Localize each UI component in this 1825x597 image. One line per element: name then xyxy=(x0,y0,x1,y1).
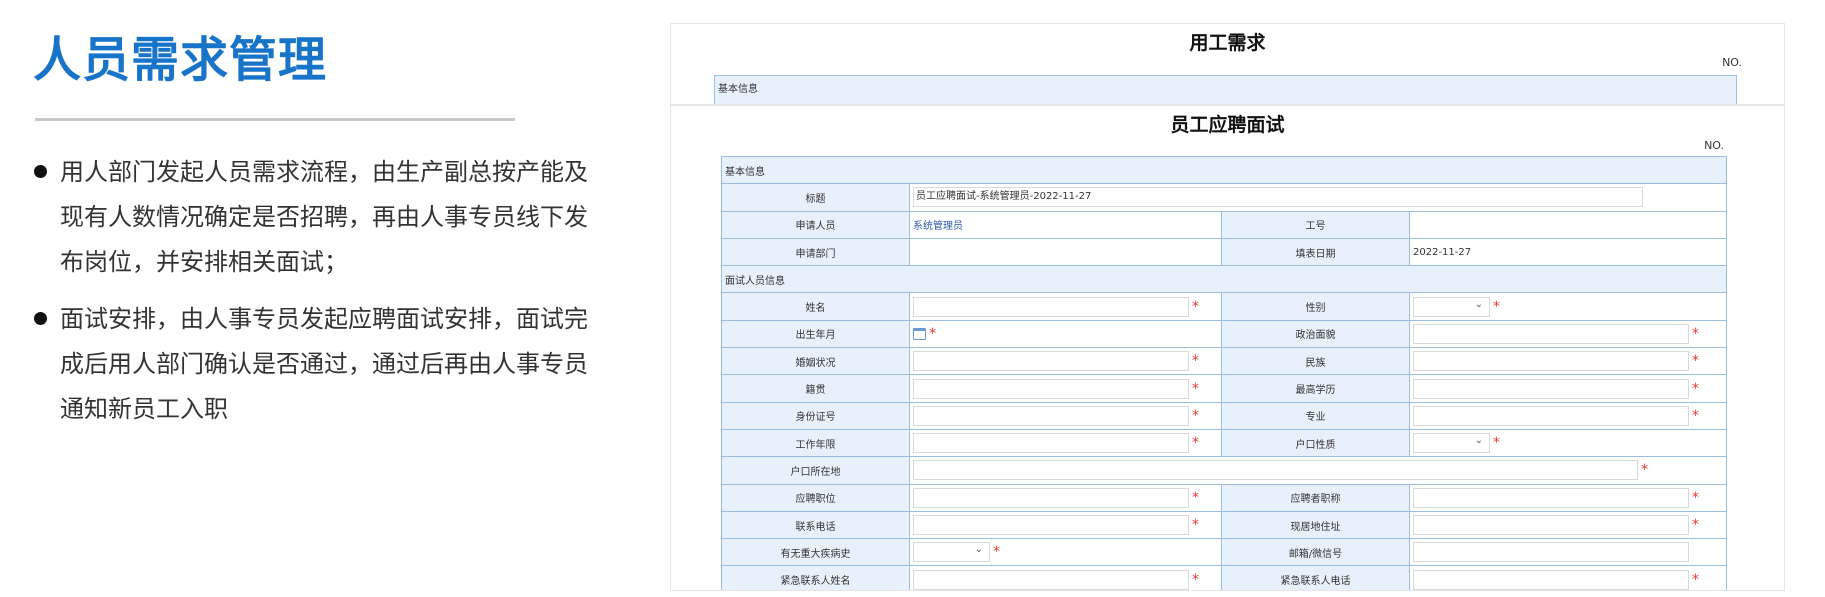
required-mark: * xyxy=(1192,298,1199,315)
required-mark: * xyxy=(1692,407,1699,424)
phone-input[interactable] xyxy=(913,515,1189,535)
ethnicity-label: 民族 xyxy=(1221,347,1410,376)
section-header-basic: 基本信息 xyxy=(714,75,1737,104)
fill-date-label: 填表日期 xyxy=(1221,237,1410,267)
education-label: 最高学历 xyxy=(1221,374,1410,403)
required-mark: * xyxy=(1692,380,1699,397)
page-title: 人员需求管理 xyxy=(33,32,328,88)
birth-label: 出生年月 xyxy=(721,319,910,349)
chevron-down-icon: ⌄ xyxy=(974,544,983,556)
education-input[interactable] xyxy=(1413,378,1689,399)
marital-input[interactable] xyxy=(913,351,1189,372)
political-label: 政治面貌 xyxy=(1221,319,1410,349)
calendar-icon[interactable] xyxy=(913,327,926,340)
required-mark: * xyxy=(1192,571,1199,588)
emergency-name-label: 紧急联系人姓名 xyxy=(721,565,910,590)
required-mark: * xyxy=(929,325,936,342)
name-input[interactable] xyxy=(913,296,1189,317)
form-number-label: NO. xyxy=(1704,139,1724,152)
position-label: 应聘职位 xyxy=(721,483,910,512)
required-mark: * xyxy=(1692,571,1699,588)
name-label: 姓名 xyxy=(721,292,910,321)
native-place-label: 籍贯 xyxy=(721,374,910,403)
form-title: 用工需求 xyxy=(1189,32,1266,54)
marital-label: 婚姻状况 xyxy=(721,347,910,376)
required-mark: * xyxy=(1192,353,1199,370)
required-mark: * xyxy=(1192,380,1199,397)
work-years-input[interactable] xyxy=(913,433,1189,454)
section-header-interviewee: 面试人员信息 xyxy=(721,265,1727,294)
subject-input[interactable]: 员工应聘面试-系统管理员-2022-11-27 xyxy=(913,187,1643,208)
hukou-place-label: 户口所在地 xyxy=(721,456,910,485)
required-mark: * xyxy=(1192,435,1199,452)
work-years-label: 工作年限 xyxy=(721,428,910,458)
id-number-label: 身份证号 xyxy=(721,401,910,430)
hukou-type-label: 户口性质 xyxy=(1221,428,1410,458)
applicant-title-input[interactable] xyxy=(1413,487,1689,508)
form-number-label: NO. xyxy=(1722,56,1742,69)
required-mark: * xyxy=(993,544,1000,561)
hukou-type-select[interactable]: ⌄ xyxy=(1413,433,1490,454)
required-mark: * xyxy=(1192,517,1199,533)
required-mark: * xyxy=(1192,407,1199,424)
bullet-text: 面试安排，由人事专员发起应聘面试安排，面试完成后用人部门确认是否通过，通过后再由… xyxy=(60,305,588,423)
address-input[interactable] xyxy=(1413,515,1689,535)
applicant-title-label: 应聘者职称 xyxy=(1221,483,1410,512)
form-title: 员工应聘面试 xyxy=(1170,114,1285,136)
disease-select[interactable]: ⌄ xyxy=(913,542,990,563)
department-value xyxy=(909,237,1222,267)
required-mark: * xyxy=(1493,298,1500,315)
political-input[interactable] xyxy=(1413,323,1689,344)
labor-demand-form-screenshot: 用工需求 NO. 基本信息 xyxy=(670,23,1785,105)
chevron-down-icon: ⌄ xyxy=(1474,435,1483,447)
employee-no-label: 工号 xyxy=(1221,210,1410,239)
gender-select[interactable]: ⌄ xyxy=(1413,296,1490,317)
required-mark: * xyxy=(1692,489,1699,506)
phone-label: 联系电话 xyxy=(721,510,910,540)
native-place-input[interactable] xyxy=(913,378,1189,399)
interview-form-screenshot: 员工应聘面试 NO. 基本信息 标题 员工应聘面试-系统管理员-2022-11-… xyxy=(670,105,1785,591)
required-mark: * xyxy=(1493,435,1500,452)
email-label: 邮箱/微信号 xyxy=(1221,538,1410,567)
applicant-link[interactable]: 系统管理员 xyxy=(913,221,963,232)
bullet-dot-icon xyxy=(34,165,47,178)
chevron-down-icon: ⌄ xyxy=(1474,298,1483,310)
id-number-input[interactable] xyxy=(913,405,1189,426)
hukou-place-input[interactable] xyxy=(913,460,1638,481)
major-label: 专业 xyxy=(1221,401,1410,430)
required-mark: * xyxy=(1692,325,1699,342)
title-divider xyxy=(35,118,515,121)
required-mark: * xyxy=(1692,353,1699,370)
gender-label: 性别 xyxy=(1221,292,1410,321)
disease-label: 有无重大疾病史 xyxy=(721,538,910,567)
required-mark: * xyxy=(1192,489,1199,506)
section-header-basic: 基本信息 xyxy=(721,155,1727,185)
bullet-text: 用人部门发起人员需求流程，由生产副总按产能及现有人数情况确定是否招聘，再由人事专… xyxy=(60,158,588,276)
position-input[interactable] xyxy=(913,487,1189,508)
bullet-item-1: 用人部门发起人员需求流程，由生产副总按产能及现有人数情况确定是否招聘，再由人事专… xyxy=(34,150,594,285)
ethnicity-input[interactable] xyxy=(1413,351,1689,372)
required-mark: * xyxy=(1641,462,1648,479)
applicant-label: 申请人员 xyxy=(721,210,910,239)
emergency-name-input[interactable] xyxy=(913,569,1189,590)
bullet-dot-icon xyxy=(34,312,47,325)
emergency-phone-label: 紧急联系人电话 xyxy=(1221,565,1410,590)
required-mark: * xyxy=(1692,517,1699,533)
fill-date-value: 2022-11-27 xyxy=(1409,237,1727,267)
employee-no-value xyxy=(1409,210,1727,239)
address-label: 现居地住址 xyxy=(1221,510,1410,540)
email-input[interactable] xyxy=(1413,542,1689,563)
emergency-phone-input[interactable] xyxy=(1413,569,1689,590)
major-input[interactable] xyxy=(1413,405,1689,426)
interview-form-table: 基本信息 标题 员工应聘面试-系统管理员-2022-11-27 申请人员 系统管… xyxy=(721,155,1727,590)
department-label: 申请部门 xyxy=(721,237,910,267)
bullet-item-2: 面试安排，由人事专员发起应聘面试安排，面试完成后用人部门确认是否通过，通过后再由… xyxy=(34,297,594,432)
subject-label: 标题 xyxy=(721,183,910,212)
